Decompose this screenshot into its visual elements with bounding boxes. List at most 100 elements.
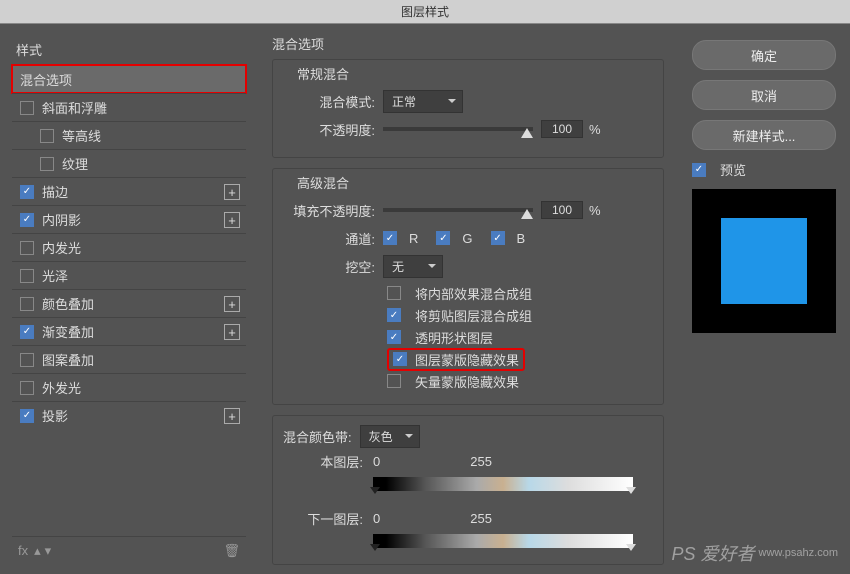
preview-swatch [721, 218, 807, 304]
blendif-label: 混合颜色带: [283, 427, 352, 446]
adv-opt-checkbox-0[interactable] [387, 286, 401, 300]
sidebar-footer: fx ▴ ▾ 🗑 [12, 536, 246, 564]
style-label: 描边 [42, 182, 68, 201]
ok-button[interactable]: 确定 [692, 40, 836, 70]
highlighted-option: 图层蒙版隐藏效果 [387, 348, 525, 371]
adv-opt-checkbox-3[interactable] [393, 352, 407, 366]
pct-label: % [589, 122, 601, 137]
style-label: 渐变叠加 [42, 322, 94, 341]
add-effect-icon[interactable]: + [224, 184, 240, 200]
options-panel: 混合选项 常规混合 混合模式: 正常 不透明度: 100 % 高级混合 填充不透… [258, 24, 678, 572]
style-item-4[interactable]: 描边 + [12, 177, 246, 205]
add-effect-icon[interactable]: + [224, 212, 240, 228]
knockout-label: 挖空: [283, 257, 375, 276]
advanced-blend-title: 高级混合 [283, 173, 653, 192]
style-item-9[interactable]: 渐变叠加 + [12, 317, 246, 345]
pct-label: % [589, 203, 601, 218]
style-label: 混合选项 [20, 70, 72, 89]
style-checkbox[interactable] [20, 353, 34, 367]
arrow-down-icon[interactable]: ▾ [45, 543, 52, 559]
style-label: 颜色叠加 [42, 294, 94, 313]
add-effect-icon[interactable]: + [224, 324, 240, 340]
this-layer-label: 本图层: [283, 452, 363, 471]
style-checkbox[interactable] [20, 213, 34, 227]
style-item-6[interactable]: 内发光 [12, 233, 246, 261]
opacity-input[interactable]: 100 [541, 120, 583, 138]
style-checkbox[interactable] [20, 297, 34, 311]
arrow-up-icon[interactable]: ▴ [34, 543, 41, 559]
preview-label: 预览 [720, 160, 746, 179]
preview-box [692, 189, 836, 333]
right-panel: 确定 取消 新建样式... 预览 [678, 24, 850, 572]
channel-g-checkbox[interactable] [436, 231, 450, 245]
style-checkbox[interactable] [20, 269, 34, 283]
style-checkbox[interactable] [20, 381, 34, 395]
style-item-12[interactable]: 投影 + [12, 401, 246, 429]
cancel-button[interactable]: 取消 [692, 80, 836, 110]
adv-opt-checkbox-1[interactable] [387, 308, 401, 322]
fill-opacity-slider[interactable] [383, 208, 533, 212]
blendif-select[interactable]: 灰色 [360, 425, 420, 448]
style-item-10[interactable]: 图案叠加 [12, 345, 246, 373]
channels-label: 通道: [283, 229, 375, 248]
fill-opacity-input[interactable]: 100 [541, 201, 583, 219]
preview-checkbox[interactable] [692, 163, 706, 177]
style-item-2[interactable]: 等高线 [12, 121, 246, 149]
style-item-11[interactable]: 外发光 [12, 373, 246, 401]
adv-opt-label: 图层蒙版隐藏效果 [415, 350, 519, 369]
style-label: 纹理 [62, 154, 88, 173]
opacity-slider[interactable] [383, 127, 533, 131]
styles-sidebar: 样式 混合选项斜面和浮雕等高线纹理描边 + 内阴影 + 内发光光泽颜色叠加 + 渐变叠加 + 图… [0, 24, 258, 572]
style-checkbox[interactable] [20, 101, 34, 115]
style-item-0[interactable]: 混合选项 [12, 65, 246, 93]
style-label: 内发光 [42, 238, 81, 257]
style-label: 内阴影 [42, 210, 81, 229]
style-checkbox[interactable] [40, 157, 54, 171]
adv-opt-checkbox-2[interactable] [387, 330, 401, 344]
style-label: 光泽 [42, 266, 68, 285]
channel-b-checkbox[interactable] [491, 231, 505, 245]
style-item-1[interactable]: 斜面和浮雕 [12, 93, 246, 121]
style-checkbox[interactable] [20, 325, 34, 339]
style-item-5[interactable]: 内阴影 + [12, 205, 246, 233]
this-layer-gradient[interactable] [373, 477, 633, 491]
knockout-select[interactable]: 无 [383, 255, 443, 278]
blend-mode-label: 混合模式: [283, 92, 375, 111]
new-style-button[interactable]: 新建样式... [692, 120, 836, 150]
style-label: 斜面和浮雕 [42, 98, 107, 117]
style-checkbox[interactable] [20, 409, 34, 423]
channel-b-label: B [517, 231, 526, 246]
fx-label[interactable]: fx [18, 543, 28, 558]
style-label: 投影 [42, 406, 68, 425]
under-layer-gradient[interactable] [373, 534, 633, 548]
style-item-7[interactable]: 光泽 [12, 261, 246, 289]
style-item-3[interactable]: 纹理 [12, 149, 246, 177]
add-effect-icon[interactable]: + [224, 408, 240, 424]
style-checkbox[interactable] [20, 185, 34, 199]
add-effect-icon[interactable]: + [224, 296, 240, 312]
under-layer-label: 下一图层: [283, 509, 363, 528]
under-hi: 255 [470, 511, 492, 526]
adv-opt-checkbox-4[interactable] [387, 374, 401, 388]
panel-title: 混合选项 [272, 34, 664, 53]
adv-opt-label: 将剪贴图层混合成组 [415, 306, 532, 325]
style-label: 外发光 [42, 378, 81, 397]
sidebar-header: 样式 [12, 34, 246, 65]
watermark: PS 爱好者 www.psahz.com [672, 540, 839, 566]
adv-opt-label: 矢量蒙版隐藏效果 [415, 372, 519, 391]
channel-g-label: G [462, 231, 472, 246]
trash-icon[interactable]: 🗑 [223, 543, 240, 559]
style-item-8[interactable]: 颜色叠加 + [12, 289, 246, 317]
fill-opacity-label: 填充不透明度: [283, 201, 375, 220]
style-checkbox[interactable] [20, 241, 34, 255]
style-label: 图案叠加 [42, 350, 94, 369]
under-lo: 0 [373, 511, 380, 526]
style-checkbox[interactable] [40, 129, 54, 143]
style-label: 等高线 [62, 126, 101, 145]
this-hi: 255 [470, 454, 492, 469]
opacity-label: 不透明度: [283, 120, 375, 139]
channel-r-checkbox[interactable] [383, 231, 397, 245]
adv-opt-label: 将内部效果混合成组 [415, 284, 532, 303]
blend-mode-select[interactable]: 正常 [383, 90, 463, 113]
window-title: 图层样式 [0, 0, 850, 24]
